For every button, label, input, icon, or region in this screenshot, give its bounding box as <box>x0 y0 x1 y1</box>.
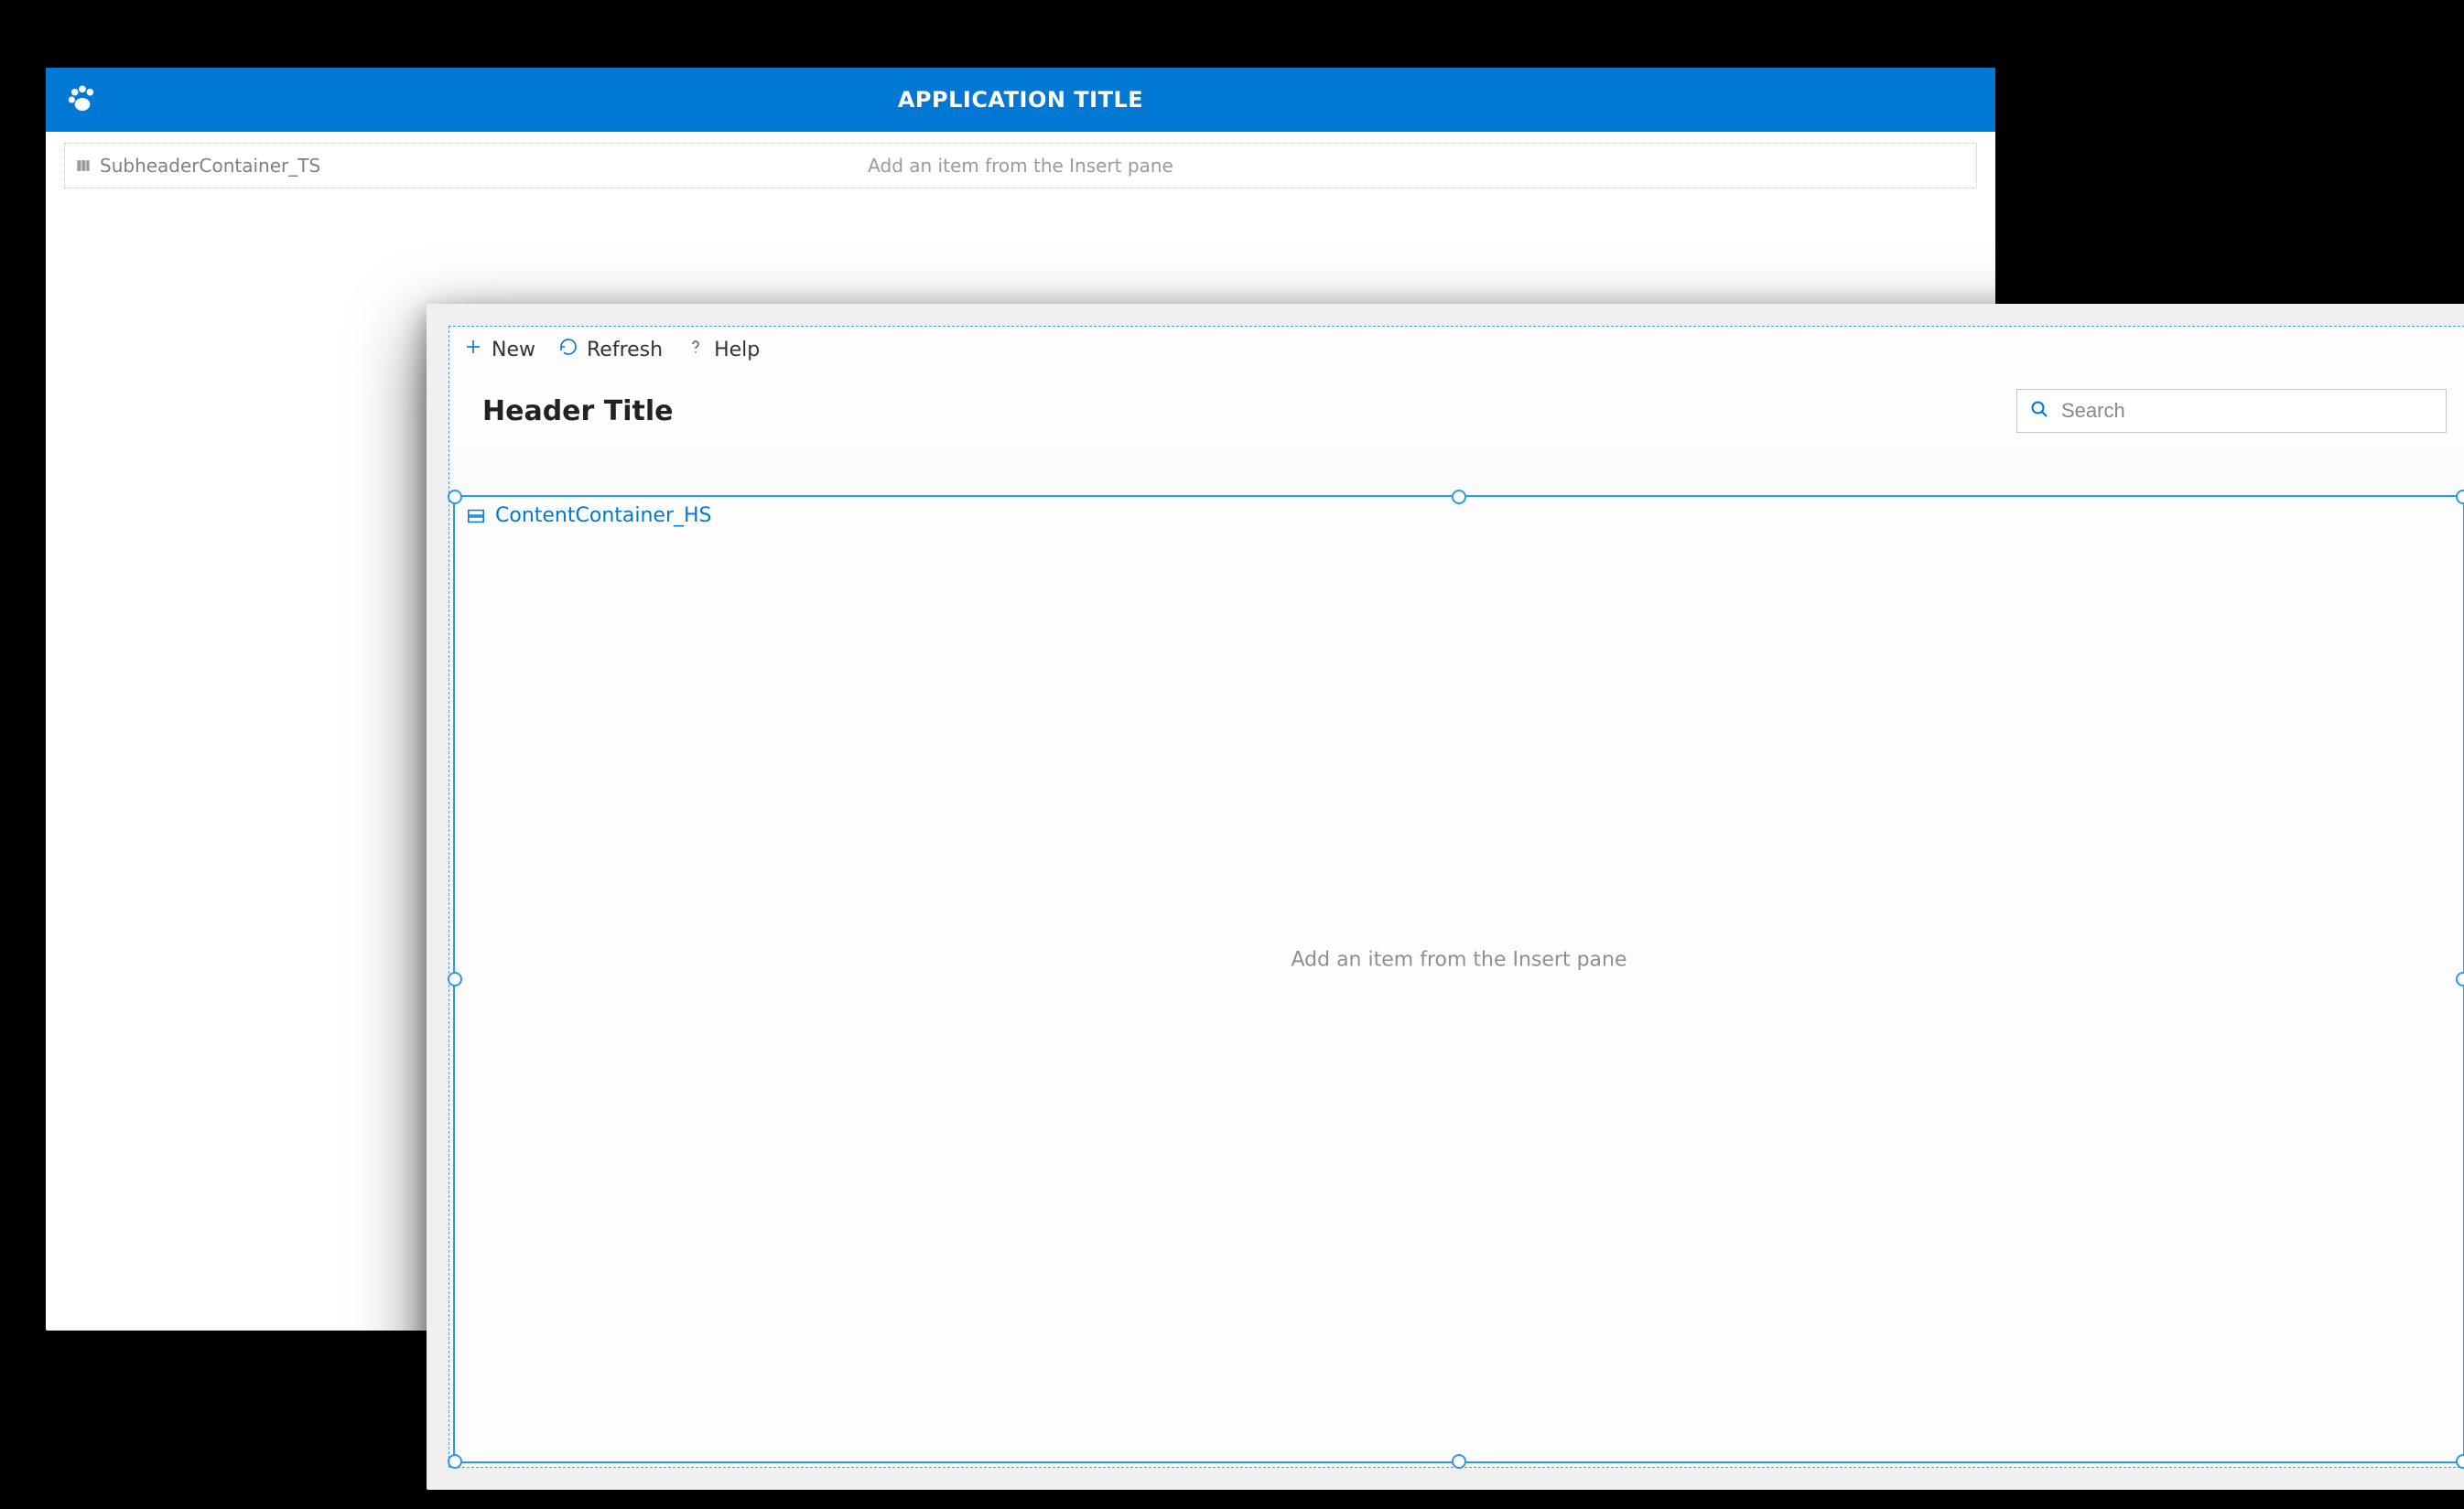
designer-canvas[interactable]: New Refresh Help Header Title ContentCon… <box>448 326 2464 1468</box>
subheader-container-dropzone[interactable]: SubheaderContainer_TS Add an item from t… <box>64 143 1977 189</box>
search-box[interactable] <box>2016 389 2447 433</box>
command-bar: New Refresh Help <box>449 327 2464 372</box>
help-button-label: Help <box>714 339 760 361</box>
search-input[interactable] <box>2061 399 2435 423</box>
refresh-button-label: Refresh <box>587 339 663 361</box>
search-icon <box>2028 398 2050 424</box>
content-container-name: ContentContainer_HS <box>495 504 712 527</box>
content-container-selected[interactable]: ContentContainer_HS Add an item from the… <box>453 495 2464 1463</box>
resize-handle-left[interactable] <box>448 972 462 986</box>
resize-handle-right[interactable] <box>2456 972 2464 986</box>
subheader-placeholder-text: Add an item from the Insert pane <box>868 155 1173 177</box>
help-button[interactable]: Help <box>685 336 760 363</box>
refresh-icon <box>557 336 579 363</box>
resize-handle-bottom-right[interactable] <box>2456 1454 2464 1469</box>
app-title: APPLICATION TITLE <box>898 87 1143 113</box>
subheader-container-name: SubheaderContainer_TS <box>100 155 320 177</box>
subheader-container-tag: SubheaderContainer_TS <box>65 155 320 177</box>
plus-icon <box>462 336 484 363</box>
resize-handle-bottom[interactable] <box>1452 1454 1466 1469</box>
header-row: Header Title <box>449 372 2464 449</box>
app-header-bar: APPLICATION TITLE <box>46 68 1995 132</box>
new-button-label: New <box>492 339 535 361</box>
app-logo-icon <box>64 81 101 118</box>
resize-handle-top-left[interactable] <box>448 490 462 504</box>
resize-handle-top-right[interactable] <box>2456 490 2464 504</box>
designer-window-front: New Refresh Help Header Title ContentCon… <box>427 304 2464 1490</box>
resize-handle-top[interactable] <box>1452 490 1466 504</box>
columns-icon <box>74 156 92 175</box>
page-header-title: Header Title <box>482 395 673 427</box>
container-icon <box>466 506 486 526</box>
new-button[interactable]: New <box>462 336 535 363</box>
content-placeholder-text: Add an item from the Insert pane <box>1291 948 1626 971</box>
help-icon <box>685 336 707 363</box>
refresh-button[interactable]: Refresh <box>557 336 663 363</box>
resize-handle-bottom-left[interactable] <box>448 1454 462 1469</box>
